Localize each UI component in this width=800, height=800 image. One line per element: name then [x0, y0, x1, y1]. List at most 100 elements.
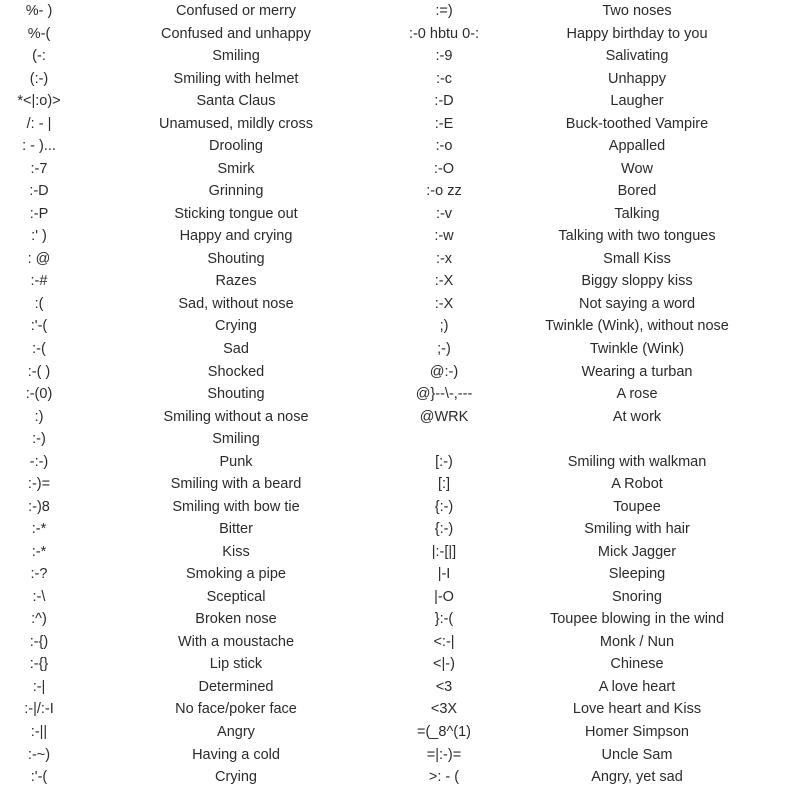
table-row: =(_8^(1) Homer Simpson	[400, 721, 800, 744]
emoticon-code: {:-)	[434, 521, 454, 538]
table-row: }:-(Toupee blowing in the wind	[400, 608, 800, 631]
table-row: :-9 Salivating	[400, 45, 800, 68]
emoticon-description: Determined	[198, 678, 274, 695]
table-row: :-X Biggy sloppy kiss	[400, 270, 800, 293]
emoticon-description: Wearing a turban	[581, 363, 693, 380]
emoticon-code: |-I	[437, 566, 451, 583]
emoticon-description: Chinese	[610, 656, 664, 673]
emoticon-description: Shouting	[207, 250, 265, 267]
emoticon-code: %-(	[27, 25, 51, 42]
table-row: |:-[|] Mick Jagger	[400, 541, 800, 564]
emoticon-code: ;)	[439, 318, 449, 335]
emoticon-code: :-0 hbtu 0-:	[408, 25, 480, 42]
emoticon-description: Small Kiss	[603, 250, 671, 267]
emoticon-description: Smiling with hair	[584, 521, 690, 538]
emoticon-code: :-9	[435, 48, 453, 65]
emoticon-code: :-(0)	[25, 386, 53, 403]
emoticon-description: Appalled	[608, 138, 666, 155]
emoticon-description: Snoring	[612, 588, 662, 605]
emoticon-description: Happy birthday to you	[566, 25, 708, 42]
emoticon-code: :-~)	[27, 746, 51, 763]
emoticon-description: Crying	[215, 318, 257, 335]
emoticon-description: Homer Simpson	[585, 724, 689, 741]
emoticon-code: :=)	[435, 3, 453, 20]
emoticon-code: :-|/:-I	[24, 701, 54, 718]
table-row: :-)8 Smiling with bow tie	[0, 496, 400, 519]
table-row: /: - | Unamused, mildly cross	[0, 113, 400, 136]
emoticon-code: :-o zz	[426, 183, 462, 200]
table-row: %-(Confused and unhappy	[0, 23, 400, 46]
table-row: :-* Bitter	[0, 518, 400, 541]
emoticon-description: Uncle Sam	[601, 746, 673, 763]
table-row: *<|:o)> Santa Claus	[0, 90, 400, 113]
table-row: :-* Kiss	[0, 541, 400, 564]
emoticon-code: <|-)	[433, 656, 455, 673]
emoticon-description: Wow	[621, 160, 653, 177]
emoticon-code: :-||	[30, 724, 48, 741]
emoticon-description: Angry, yet sad	[591, 769, 683, 786]
table-row: :-c Unhappy	[400, 68, 800, 91]
table-row: :-D Grinning	[0, 180, 400, 203]
emoticon-description: A rose	[616, 386, 658, 403]
table-row: @WRK At work	[400, 406, 800, 429]
emoticon-code: :-#	[30, 273, 48, 290]
emoticon-code: :-w	[434, 228, 454, 245]
emoticon-code: =|:-)=	[426, 746, 462, 763]
table-row: :'-(Crying	[0, 766, 400, 789]
emoticon-description: Talking with two tongues	[558, 228, 716, 245]
emoticon-description: Monk / Nun	[599, 633, 675, 650]
emoticon-description: Grinning	[208, 183, 264, 200]
emoticon-description: Biggy sloppy kiss	[581, 273, 693, 290]
emoticon-description: Broken nose	[195, 611, 277, 628]
table-row: :-P Sticking tongue out	[0, 203, 400, 226]
emoticon-description: Smiling with bow tie	[172, 498, 300, 515]
emoticon-code: :'-(	[30, 769, 48, 786]
table-row: :-0 hbtu 0-: Happy birthday to you	[400, 23, 800, 46]
emoticon-description: Smiling with a beard	[170, 476, 302, 493]
table-row: |-O Snoring	[400, 586, 800, 609]
emoticon-code: :-P	[29, 205, 49, 222]
table-row: :-( ) Shocked	[0, 361, 400, 384]
emoticon-description: Sticking tongue out	[174, 205, 298, 222]
emoticon-code: :-c	[435, 70, 453, 87]
table-row: |-I Sleeping	[400, 563, 800, 586]
table-row: :-w Talking with two tongues	[400, 225, 800, 248]
table-row: :-{} Lip stick	[0, 653, 400, 676]
emoticon-description: Unamused, mildly cross	[159, 115, 313, 132]
table-row: :'-( Crying	[0, 315, 400, 338]
table-row: :' ) Happy and crying	[0, 225, 400, 248]
emoticon-description: Unhappy	[607, 70, 667, 87]
emoticon-code: :-(	[32, 340, 46, 357]
emoticon-code: :-*	[31, 521, 47, 538]
table-row: :-E Buck-toothed Vampire	[400, 113, 800, 136]
emoticon-description: Bitter	[219, 521, 253, 538]
table-row: :-| Determined	[0, 676, 400, 699]
emoticon-description: No face/poker face	[175, 701, 297, 718]
emoticon-description: Smiling	[212, 431, 260, 448]
emoticon-description: Smoking a pipe	[186, 566, 286, 583]
emoticon-code: :-E	[434, 115, 454, 132]
table-row: : - )... Drooling	[0, 135, 400, 158]
table-row: :-|/:-I No face/poker face	[0, 698, 400, 721]
emoticon-description: Salivating	[605, 48, 669, 65]
emoticon-code: :-X	[434, 295, 454, 312]
emoticon-code: :-v	[435, 205, 453, 222]
emoticon-description: Twinkle (Wink), without nose	[545, 318, 729, 335]
emoticon-code: <3X	[430, 701, 458, 718]
emoticon-code: [:]	[437, 476, 451, 493]
table-row: :-7 Smirk	[0, 158, 400, 181]
emoticon-code: :' )	[31, 228, 47, 245]
table-row: :-|| Angry	[0, 721, 400, 744]
emoticon-code: /: - |	[26, 115, 52, 132]
emoticon-description: Two noses	[602, 3, 672, 20]
emoticon-description: Shouting	[207, 386, 265, 403]
table-row: @:-) Wearing a turban	[400, 361, 800, 384]
table-row: :=) Two noses	[400, 0, 800, 23]
table-row: :-x Small Kiss	[400, 248, 800, 271]
emoticon-reference-sheet: %- ) Confused or merry %-(Confused and unh…	[0, 0, 800, 800]
emoticon-code: :-)8	[28, 498, 50, 515]
emoticon-code: :'-(	[30, 318, 48, 335]
emoticon-code: :-D	[434, 93, 454, 110]
emoticon-code: :-x	[435, 250, 453, 267]
table-row: %- ) Confused or merry	[0, 0, 400, 23]
